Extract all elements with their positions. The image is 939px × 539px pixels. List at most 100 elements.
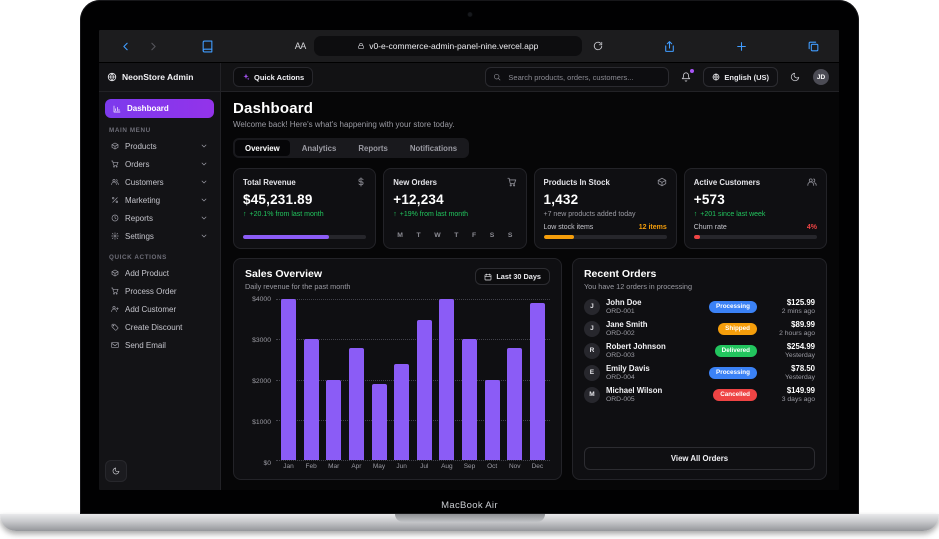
chart-x-label: Jul xyxy=(420,463,429,470)
user-avatar[interactable]: JD xyxy=(813,69,829,85)
tab-analytics[interactable]: Analytics xyxy=(292,140,347,156)
tab-overview-button[interactable] xyxy=(803,36,823,56)
page-subtitle: Welcome back! Here's what's happening wi… xyxy=(233,120,455,129)
quick-actions-section-label: QUICK ACTIONS xyxy=(109,254,167,261)
stat-value: 1,432 xyxy=(543,192,579,207)
chart-bar[interactable] xyxy=(484,379,500,460)
sparkles-icon xyxy=(242,73,250,81)
order-time: Yesterday xyxy=(785,374,815,381)
sidebar-action-process-order[interactable]: Process Order xyxy=(105,282,214,300)
sidebar-action-create-discount[interactable]: Create Discount xyxy=(105,318,214,336)
sidebar-item-customers[interactable]: Customers xyxy=(105,173,214,191)
tab-overview[interactable]: Overview xyxy=(235,140,290,156)
sidebar-item-marketing[interactable]: Marketing xyxy=(105,191,214,209)
cart-icon xyxy=(111,160,119,168)
orders-title: Recent Orders xyxy=(583,268,657,280)
order-id: ORD-001 xyxy=(605,308,635,315)
stat-card-total-revenue[interactable]: Total Revenue $45,231.89 ↑ +20.1% from la… xyxy=(233,168,377,249)
laptop-screen-bezel: AA v0-e-commerce-admin-panel-nine.vercel… xyxy=(80,0,859,514)
tab-notifications[interactable]: Notifications xyxy=(400,140,467,156)
gridline xyxy=(276,460,550,461)
admin-app: NeonStore Admin Quick Actions Search pro… xyxy=(99,63,839,490)
sidebar-action-add-product[interactable]: Add Product xyxy=(105,264,214,282)
trend-up-icon: ↑ xyxy=(243,211,247,218)
sidebar-button[interactable] xyxy=(197,36,217,56)
view-all-orders-button[interactable]: View All Orders xyxy=(583,447,815,470)
search-input[interactable] xyxy=(506,71,662,83)
chart-bar[interactable] xyxy=(529,303,545,460)
sidebar-item-dashboard[interactable]: Dashboard xyxy=(105,99,214,118)
bell-icon xyxy=(681,72,691,82)
language-button[interactable]: English (US) xyxy=(703,67,778,87)
chevron-down-icon xyxy=(200,142,208,150)
chevron-down-icon xyxy=(200,214,208,222)
sidebar-item-reports[interactable]: Reports xyxy=(105,209,214,227)
chart-x-label: Jun xyxy=(396,463,407,470)
laptop-model-label: MacBook Air xyxy=(441,500,498,511)
order-row[interactable]: E Emily Davis ORD-004 Processing $78.50 xyxy=(583,364,815,381)
weekday-label: S xyxy=(489,232,495,239)
sidebar-action-add-customer[interactable]: Add Customer xyxy=(105,300,214,318)
chart-bar[interactable] xyxy=(348,348,364,460)
date-range-button[interactable]: Last 30 Days xyxy=(475,268,550,285)
sales-chart: $4000 $3000 $2000 $1000 $0 Jan Feb Mar A… xyxy=(245,296,550,470)
order-row[interactable]: J John Doe ORD-001 Processing $125.99 2 … xyxy=(583,298,815,315)
reload-button[interactable] xyxy=(588,36,608,56)
chart-bar[interactable] xyxy=(281,299,296,460)
forward-button[interactable] xyxy=(143,36,163,56)
avatar: R xyxy=(583,342,600,359)
chart-bar[interactable] xyxy=(416,319,432,460)
chart-bar[interactable] xyxy=(439,299,455,460)
sidebar-action-send-email[interactable]: Send Email xyxy=(105,336,214,354)
main-content: Dashboard Welcome back! Here's what's ha… xyxy=(221,92,839,490)
date-range-label: Last 30 Days xyxy=(496,272,541,281)
sidebar-item-products[interactable]: Products xyxy=(105,137,214,155)
chart-x-label: Jan xyxy=(283,463,294,470)
chart-bar[interactable] xyxy=(326,379,342,460)
stat-card-products-in-stock[interactable]: Products In Stock 1,432 +7 new products … xyxy=(533,168,677,249)
stat-value: $45,231.89 xyxy=(243,192,313,207)
browser-window: AA v0-e-commerce-admin-panel-nine.vercel… xyxy=(99,30,839,490)
brand[interactable]: NeonStore Admin xyxy=(99,63,221,91)
brand-logo-icon xyxy=(107,72,117,82)
order-customer-name: Robert Johnson xyxy=(605,342,666,351)
quick-actions-button[interactable]: Quick Actions xyxy=(233,67,314,87)
sidebar-item-label: Dashboard xyxy=(127,104,169,113)
order-row[interactable]: R Robert Johnson ORD-003 Delivered $254.… xyxy=(583,342,815,359)
chart-bar[interactable] xyxy=(507,348,523,460)
bar-chart-icon xyxy=(113,105,121,113)
sidebar-theme-toggle[interactable] xyxy=(105,460,127,482)
new-tab-button[interactable] xyxy=(731,36,751,56)
order-row[interactable]: M Michael Wilson ORD-005 Cancelled $149.… xyxy=(583,386,815,403)
chart-bar[interactable] xyxy=(303,339,319,460)
address-bar[interactable]: v0-e-commerce-admin-panel-nine.vercel.ap… xyxy=(313,36,582,56)
share-button[interactable] xyxy=(660,36,680,56)
tab-reports[interactable]: Reports xyxy=(348,140,397,156)
avatar: M xyxy=(583,386,600,403)
sidebar-item-label: Marketing xyxy=(125,195,161,205)
chart-y-axis: $4000 $3000 $2000 $1000 $0 xyxy=(245,296,276,467)
reader-text-size-button[interactable]: AA xyxy=(295,41,307,51)
tabs-icon xyxy=(807,40,820,53)
chart-bar[interactable] xyxy=(462,339,477,460)
order-row[interactable]: J Jane Smith ORD-002 Shipped $89.99 2 ho… xyxy=(583,320,815,337)
sidebar-item-settings[interactable]: Settings xyxy=(105,227,214,245)
progress-fill xyxy=(243,235,330,239)
chart-bar[interactable] xyxy=(394,363,410,460)
order-amount: $125.99 xyxy=(786,298,815,307)
sales-title: Sales Overview xyxy=(245,268,323,280)
sidebar-item-label: Products xyxy=(125,141,157,151)
chart-bar[interactable] xyxy=(371,383,387,460)
avatar: E xyxy=(583,364,600,381)
stat-card-new-orders[interactable]: New Orders +12,234 ↑ +19% from last month… xyxy=(383,168,527,249)
chart-x-label: Nov xyxy=(508,463,521,470)
back-button[interactable] xyxy=(115,36,135,56)
box-icon xyxy=(657,177,667,187)
sidebar-item-orders[interactable]: Orders xyxy=(105,155,214,173)
sidebar-item-label: Send Email xyxy=(125,340,166,350)
theme-toggle-button[interactable] xyxy=(785,68,805,86)
stat-card-active-customers[interactable]: Active Customers +573 ↑ +201 since last w… xyxy=(683,168,827,249)
notifications-button[interactable] xyxy=(676,68,696,86)
user-plus-icon xyxy=(111,305,119,313)
chart-x-label: Feb xyxy=(305,463,317,470)
